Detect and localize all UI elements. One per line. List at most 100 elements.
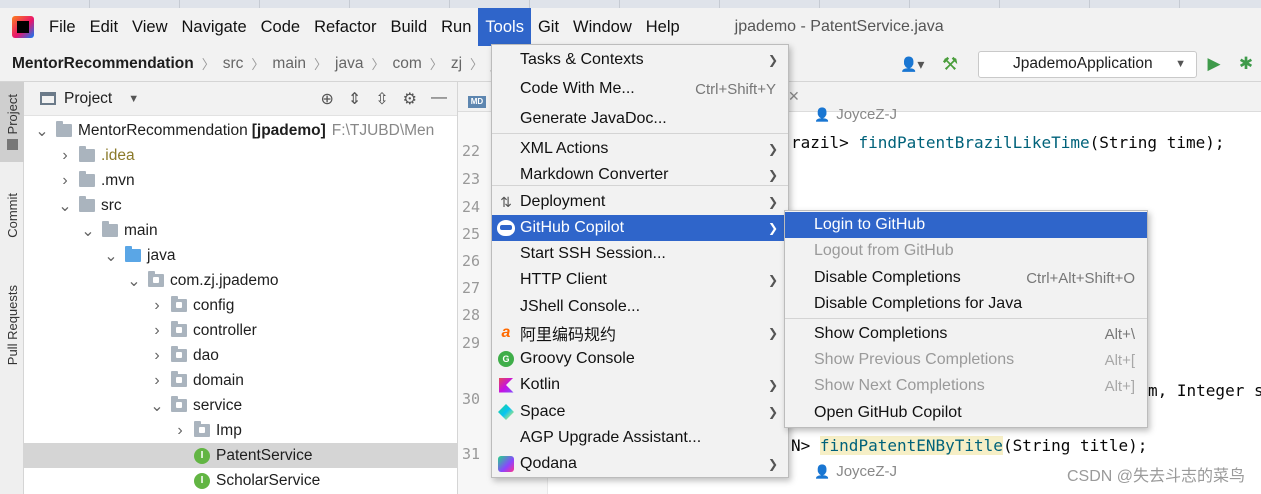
tools-menu-item-10[interactable]: a 阿里编码规约 ❯: [492, 320, 788, 346]
chevron-down-icon[interactable]: ⌄: [80, 221, 96, 241]
user-dropdown-icon[interactable]: 👤▾: [900, 56, 936, 73]
tools-menu-item-11[interactable]: G Groovy Console: [492, 346, 788, 372]
expand-all-icon[interactable]: ⇕: [348, 89, 361, 109]
tools-menu-item-1[interactable]: Code With Me... Ctrl+Shift+Y: [492, 76, 788, 102]
menu-item-label: AGP Upgrade Assistant...: [520, 429, 702, 446]
author-hint[interactable]: 👤 JoyceZ-J: [814, 463, 897, 480]
chevron-right-icon[interactable]: ›: [57, 147, 73, 165]
chevron-down-icon[interactable]: ⌄: [57, 196, 73, 216]
line-number: 27: [461, 279, 480, 297]
breadcrumb-item[interactable]: zj: [451, 55, 462, 73]
chevron-right-icon[interactable]: ›: [149, 347, 165, 365]
menu-refactor[interactable]: Refactor: [307, 8, 383, 46]
menu-run[interactable]: Run: [434, 8, 478, 46]
tools-menu-item-15[interactable]: Qodana ❯: [492, 451, 788, 477]
copilot-menu-item-7[interactable]: Open GitHub Copilot: [785, 400, 1147, 426]
package-icon: [194, 421, 210, 437]
debug-bug-icon[interactable]: ✱: [1231, 54, 1261, 74]
run-configuration-select[interactable]: JpademoApplication ▼: [978, 50, 1197, 78]
tools-menu-item-8[interactable]: HTTP Client ❯: [492, 267, 788, 293]
tools-menu-item-6[interactable]: GitHub Copilot ❯: [492, 215, 788, 241]
breadcrumb-item[interactable]: main: [272, 55, 306, 73]
minimize-icon[interactable]: —: [431, 89, 447, 109]
copilot-menu-item-0[interactable]: Login to GitHub: [785, 212, 1147, 238]
copilot-menu-item-4[interactable]: Show Completions Alt+\: [785, 321, 1147, 347]
menu-item-icon-slot: [492, 404, 520, 420]
code-line[interactable]: N> findPatentENByTitle(String title);: [791, 436, 1147, 455]
tool-tab-pull-requests[interactable]: Pull Requests: [0, 270, 24, 380]
breadcrumb-item[interactable]: com: [393, 55, 422, 73]
tree-row-domain[interactable]: › domain: [24, 368, 458, 393]
tree-row-com-zj-jpademo[interactable]: ⌄ com.zj.jpademo: [24, 268, 458, 293]
copilot-menu-item-5: Show Previous Completions Alt+[: [785, 347, 1147, 373]
tools-menu-item-14[interactable]: AGP Upgrade Assistant...: [492, 425, 788, 451]
tree-row--mvn[interactable]: › .mvn: [24, 168, 458, 193]
chevron-down-icon[interactable]: ⌄: [126, 271, 142, 291]
tools-menu-item-9[interactable]: JShell Console...: [492, 294, 788, 320]
menu-navigate[interactable]: Navigate: [175, 8, 254, 46]
tree-row-java[interactable]: ⌄ java: [24, 243, 458, 268]
chevron-down-icon[interactable]: ⌄: [34, 121, 50, 141]
tools-menu-item-12[interactable]: Kotlin ❯: [492, 372, 788, 398]
tools-menu-item-13[interactable]: Space ❯: [492, 399, 788, 425]
tools-menu-item-2[interactable]: Generate JavaDoc...: [492, 106, 788, 132]
tools-menu-item-7[interactable]: Start SSH Session...: [492, 241, 788, 267]
chevron-down-icon[interactable]: ⌄: [149, 396, 165, 416]
line-number: 30: [461, 390, 480, 408]
run-icon[interactable]: ▶: [1197, 54, 1231, 74]
chevron-right-icon[interactable]: ›: [57, 172, 73, 190]
tools-menu-item-5[interactable]: ⇅ Deployment ❯: [492, 189, 788, 215]
locate-target-icon[interactable]: ⊕: [320, 89, 333, 109]
breadcrumb-item[interactable]: src: [223, 55, 244, 73]
tree-row-src[interactable]: ⌄ src: [24, 193, 458, 218]
menu-help[interactable]: Help: [639, 8, 687, 46]
chevron-down-icon[interactable]: ▼: [128, 93, 139, 105]
chevron-down-icon[interactable]: ⌄: [103, 246, 119, 266]
menu-tools[interactable]: Tools: [478, 8, 531, 46]
tree-row-mentorrecommendation[interactable]: ⌄ MentorRecommendation [jpademo] F:\TJUBD\M…: [24, 118, 458, 143]
interface-icon: I: [194, 472, 210, 489]
line-number: 25: [461, 225, 480, 243]
tree-row-dao[interactable]: › dao: [24, 343, 458, 368]
collapse-all-icon[interactable]: ⇳: [375, 89, 388, 109]
project-panel-title[interactable]: Project: [64, 90, 112, 108]
author-name: JoyceZ-J: [836, 106, 898, 123]
tree-row-scholarservice[interactable]: I ScholarService: [24, 468, 458, 493]
breadcrumb-item[interactable]: MentorRecommendation: [12, 55, 194, 73]
chevron-right-icon[interactable]: ›: [172, 422, 188, 440]
menu-file[interactable]: File: [42, 8, 83, 46]
tree-row-imp[interactable]: › Imp: [24, 418, 458, 443]
menu-window[interactable]: Window: [566, 8, 639, 46]
build-hammer-icon[interactable]: ⚒: [942, 53, 964, 75]
menu-git[interactable]: Git: [531, 8, 566, 46]
tools-menu-item-3[interactable]: XML Actions ❯: [492, 136, 788, 162]
tree-row-service[interactable]: ⌄ service: [24, 393, 458, 418]
menu-code[interactable]: Code: [254, 8, 307, 46]
menu-build[interactable]: Build: [383, 8, 434, 46]
gear-icon[interactable]: ⚙: [403, 89, 417, 109]
tree-row-config[interactable]: › config: [24, 293, 458, 318]
module-path: F:\TJUBD\Men: [331, 121, 435, 139]
copilot-menu-item-2[interactable]: Disable Completions Ctrl+Alt+Shift+O: [785, 265, 1147, 291]
code-line[interactable]: razil> findPatentBrazilLikeTime(String t…: [791, 133, 1224, 152]
menu-edit[interactable]: Edit: [83, 8, 125, 46]
tools-menu-item-0[interactable]: Tasks & Contexts ❯: [492, 47, 788, 73]
menu-item-label: JShell Console...: [520, 298, 641, 315]
tree-row-patentservice[interactable]: I PatentService: [24, 443, 458, 468]
chevron-right-icon[interactable]: ›: [149, 372, 165, 390]
copilot-menu-item-3[interactable]: Disable Completions for Java: [785, 291, 1147, 317]
tree-row-main[interactable]: ⌄ main: [24, 218, 458, 243]
breadcrumb-item[interactable]: java: [335, 55, 363, 73]
code-line[interactable]: m, Integer s: [1148, 381, 1261, 400]
chevron-right-icon[interactable]: ›: [149, 322, 165, 340]
menu-view[interactable]: View: [125, 8, 174, 46]
tree-row--idea[interactable]: › .idea: [24, 143, 458, 168]
tree-row-controller[interactable]: › controller: [24, 318, 458, 343]
package-icon: [148, 271, 164, 287]
chevron-right-icon[interactable]: ›: [149, 297, 165, 315]
author-hint[interactable]: 👤 JoyceZ-J: [814, 106, 897, 123]
line-number: 29: [461, 334, 480, 352]
tool-tab-commit[interactable]: Commit: [0, 178, 24, 252]
tool-tab-project[interactable]: Project: [0, 82, 24, 162]
close-icon[interactable]: ✕: [788, 88, 800, 105]
